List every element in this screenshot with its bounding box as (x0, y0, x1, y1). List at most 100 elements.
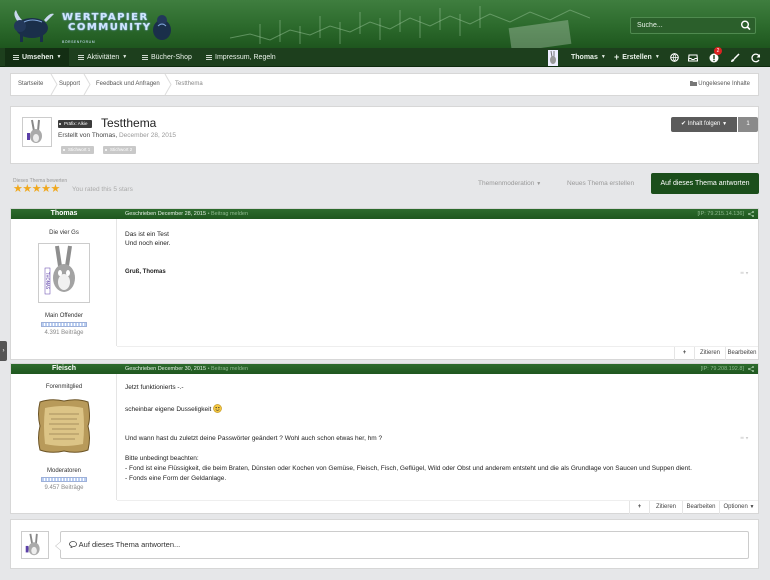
post-1: Thomas Geschrieben December 28, 2015 • B… (10, 208, 759, 360)
multiquote-button[interactable]: + (629, 501, 649, 514)
caret-down-icon: ▼ (536, 181, 542, 187)
multiquote-icon[interactable]: ≡ ▾ (740, 435, 750, 441)
create-label: Erstellen (622, 54, 652, 61)
quote-button[interactable]: Zitieren (694, 347, 725, 360)
post-author-avatar[interactable] (37, 398, 91, 454)
unread-label: Ungelesene Inhalte (698, 81, 750, 87)
quote-button[interactable]: Zitieren (649, 501, 682, 514)
user-title: Forenmitglied (45, 384, 83, 390)
follow-label: Inhalt folgen (687, 121, 721, 127)
post-text-line: Das ist ein Test (125, 231, 169, 238)
logo-wordmark: WERTPAPIER COMMUNITY (62, 13, 152, 32)
post-controls: + Zitieren Bearbeiten Optionen ▼ (117, 500, 758, 514)
caret-down-icon: ▼ (654, 54, 660, 60)
nav-item-buecher-shop[interactable]: Bücher-Shop (142, 48, 192, 67)
follow-button[interactable]: ✔ Inhalt folgen ▼ (671, 117, 737, 132)
avatar-text: THOMAS (45, 271, 50, 290)
menu-icon (142, 55, 148, 60)
multiquote-icon[interactable]: ≡ ▾ (740, 270, 750, 276)
share-icon[interactable] (748, 211, 754, 217)
post-text-line: Bitte unbedingt beachten: (125, 455, 199, 462)
parchment-avatar-icon (38, 399, 90, 453)
user-avatar[interactable] (545, 48, 561, 67)
options-menu[interactable]: Optionen ▼ (719, 501, 758, 514)
nav-item-label: Umsehen (22, 54, 54, 61)
topic-title: Testthema (101, 116, 157, 130)
rating-text: You rated this 5 stars (72, 186, 133, 193)
user-name: Thomas (571, 54, 598, 61)
brush-button[interactable] (726, 48, 744, 67)
reply-topic-button[interactable]: Auf dieses Thema antworten (651, 173, 759, 194)
notifications-button[interactable]: 2 (705, 47, 723, 67)
post-author-name[interactable]: Thomas (11, 209, 117, 219)
post-author-name[interactable]: Fleisch (11, 364, 117, 374)
caret-down-icon: ▼ (749, 504, 755, 510)
search-box[interactable] (630, 17, 756, 34)
unread-content-link[interactable]: Ungelesene Inhalte (689, 74, 750, 95)
menu-icon (13, 55, 19, 60)
edit-button[interactable]: Bearbeiten (682, 501, 719, 514)
logo-line-2: COMMUNITY (68, 21, 152, 33)
post-controls: + Zitieren Bearbeiten (117, 346, 758, 360)
smiley-icon (213, 404, 222, 413)
multiquote-button[interactable]: + (674, 347, 694, 360)
nav-item-aktivitaeten[interactable]: Aktivitäten ▼ (78, 48, 127, 67)
user-rank: Moderatoren (46, 468, 82, 474)
caret-down-icon: ▼ (600, 54, 606, 60)
globe-icon (669, 53, 679, 62)
topic-author-avatar[interactable] (22, 117, 52, 147)
star-rating[interactable]: ★★★★★ (13, 184, 60, 195)
breadcrumb-item-current: Testthema (175, 81, 203, 87)
sidebar-toggle[interactable]: › (0, 341, 7, 361)
user-menu[interactable]: Thomas ▼ (571, 48, 606, 67)
breadcrumb-item-feedback[interactable]: Feedback und Anfragen (96, 74, 160, 95)
post-author-avatar[interactable]: THOMAS (38, 243, 90, 303)
rabbit-avatar-icon (548, 49, 558, 66)
breadcrumb-item-support[interactable]: Support (59, 74, 80, 95)
reply-input[interactable]: Auf dieses Thema antworten... (55, 531, 749, 559)
site-logo[interactable]: WERTPAPIER COMMUNITY BÖRSENFORUM (10, 8, 171, 44)
share-icon[interactable] (748, 366, 754, 372)
topic-moderation-menu[interactable]: Themenmoderation ▼ (478, 180, 541, 187)
post-author-panel: Forenmitglied Moderatoren 9.457 Beiträge (11, 374, 117, 500)
create-menu[interactable]: + Erstellen ▼ (614, 48, 660, 67)
current-user-avatar (21, 531, 49, 559)
tag-item[interactable]: Stichwort 2 (103, 146, 137, 154)
edit-button[interactable]: Bearbeiten (725, 347, 758, 360)
post-text-line: Und wann hast du zuletzt deine Passwörte… (125, 435, 383, 442)
topic-moderation-label: Themenmoderation (478, 180, 535, 187)
post-author-panel: Die vier Gs THOMAS Main Offender 4.391 B… (11, 219, 117, 346)
nav-item-impressum[interactable]: Impressum, Regeln (206, 48, 276, 67)
refresh-button[interactable] (747, 48, 765, 67)
reply-placeholder: Auf dieses Thema antworten... (78, 540, 181, 549)
chevron-right-icon: › (2, 348, 5, 354)
rabbit-avatar-icon (27, 119, 42, 143)
post-ip: [IP: 79.215.14.136] (697, 211, 744, 217)
globe-button[interactable] (665, 48, 683, 67)
inbox-button[interactable] (684, 48, 702, 67)
nav-item-label: Aktivitäten (87, 54, 120, 61)
nav-item-umsehen[interactable]: Umsehen ▼ (5, 48, 70, 67)
search-input[interactable] (631, 18, 739, 33)
main-nav: Umsehen ▼ Aktivitäten ▼ Bücher-Shop Impr… (0, 47, 770, 67)
comment-icon (69, 541, 77, 549)
rabbit-avatar-icon (25, 533, 40, 556)
post-text-line: scheinbar eigene Dusseligkeit (125, 404, 222, 414)
check-icon: ✔ (680, 121, 687, 127)
tag-item[interactable]: Stichwort 1 (61, 146, 95, 154)
post-header: Fleisch Geschrieben December 30, 2015 • … (11, 364, 758, 374)
post-text-line: - Fonds eine Form der Geldanlage. (125, 475, 227, 482)
menu-icon (78, 55, 84, 60)
topic-prefix-badge[interactable]: Präfix: Alkie (58, 120, 92, 128)
caret-down-icon: ▼ (722, 121, 728, 127)
topic-date: December 28, 2015 (118, 132, 177, 139)
breadcrumb-item-startseite[interactable]: Startseite (18, 74, 43, 95)
caret-down-icon: ▼ (122, 54, 128, 60)
caret-down-icon: ▼ (56, 54, 62, 60)
search-icon[interactable] (739, 19, 753, 32)
post-text-line: - Fond ist eine Flüssigkeit, die beim Br… (125, 465, 692, 472)
report-post-link[interactable]: • Beitrag melden (208, 211, 248, 217)
new-topic-button[interactable]: Neues Thema erstellen (567, 180, 634, 187)
report-post-link[interactable]: • Beitrag melden (208, 366, 248, 372)
post-signature: Gruß, Thomas (125, 269, 166, 275)
